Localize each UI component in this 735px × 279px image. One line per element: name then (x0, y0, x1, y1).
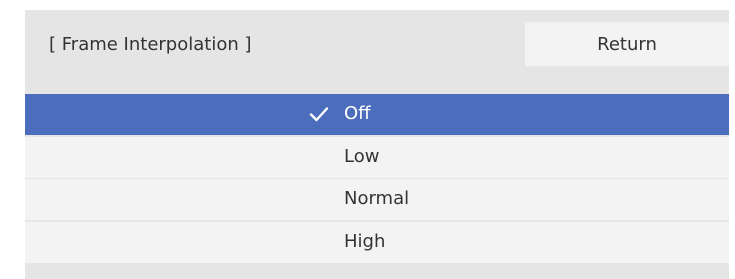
option-list: Off Low Normal High (25, 94, 729, 264)
checkmark-icon (309, 107, 329, 122)
option-off[interactable]: Off (25, 94, 729, 135)
dialog-header: [ Frame Interpolation ] Return (25, 10, 729, 85)
option-low[interactable]: Low (25, 136, 729, 178)
option-normal[interactable]: Normal (25, 179, 729, 220)
option-label: Low (344, 145, 380, 167)
return-button[interactable]: Return (525, 22, 729, 66)
option-label: Off (344, 103, 371, 124)
option-high[interactable]: High (25, 221, 729, 263)
option-label: Normal (344, 188, 410, 209)
dialog-title: [ Frame Interpolation ] (49, 34, 252, 55)
frame-interpolation-dialog: [ Frame Interpolation ] Return Off Low N… (25, 10, 729, 279)
option-label: High (344, 230, 386, 252)
